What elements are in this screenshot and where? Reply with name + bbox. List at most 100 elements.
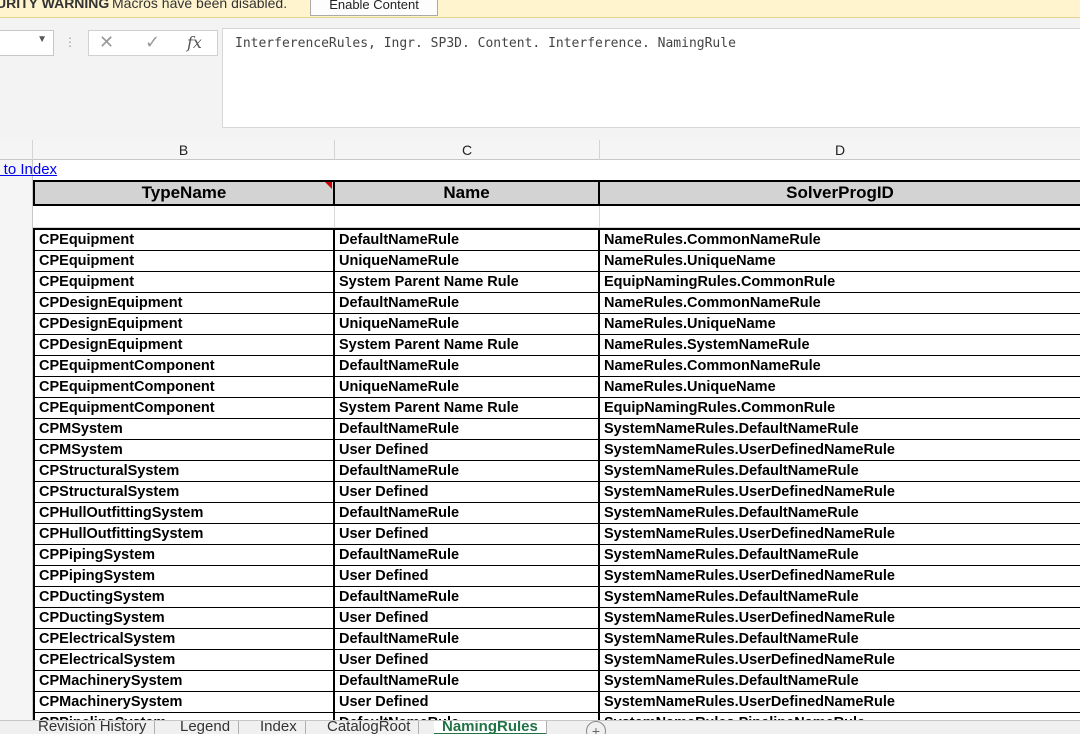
solverprogid-cell[interactable]: NameRules.SystemNameRule <box>600 335 1080 356</box>
column-header-b[interactable]: B <box>33 140 335 160</box>
solverprogid-cell[interactable]: SystemNameRules.UserDefinedNameRule <box>600 566 1080 587</box>
name-cell[interactable]: DefaultNameRule <box>335 356 600 377</box>
solverprogid-cell[interactable]: NameRules.UniqueName <box>600 251 1080 272</box>
add-sheet-icon[interactable]: + <box>586 721 606 734</box>
solverprogid-cell[interactable]: SystemNameRules.DefaultNameRule <box>600 629 1080 650</box>
typename-cell[interactable]: CPEquipment <box>33 230 335 251</box>
solverprogid-cell[interactable]: SystemNameRules.UserDefinedNameRule <box>600 692 1080 713</box>
empty-cell[interactable] <box>33 206 335 228</box>
typename-cell[interactable]: CPDuctingSystem <box>33 587 335 608</box>
header-typename[interactable]: TypeName <box>33 182 335 204</box>
name-cell[interactable]: DefaultNameRule <box>335 419 600 440</box>
solverprogid-cell[interactable]: SystemNameRules.UserDefinedNameRule <box>600 440 1080 461</box>
solverprogid-cell[interactable]: SystemNameRules.DefaultNameRule <box>600 671 1080 692</box>
solverprogid-cell[interactable]: NameRules.CommonNameRule <box>600 293 1080 314</box>
name-cell[interactable]: User Defined <box>335 524 600 545</box>
worksheet-grid[interactable]: k to Index TypeName Name SolverProgID CP… <box>0 160 1080 720</box>
name-cell[interactable]: DefaultNameRule <box>335 671 600 692</box>
tab-catalogroot[interactable]: CatalogRoot <box>319 721 420 734</box>
comment-indicator-icon[interactable] <box>325 182 332 189</box>
typename-cell[interactable]: CPEquipment <box>33 272 335 293</box>
solverprogid-cell[interactable]: SystemNameRules.DefaultNameRule <box>600 461 1080 482</box>
solverprogid-cell[interactable]: EquipNamingRules.CommonRule <box>600 398 1080 419</box>
select-all-corner[interactable] <box>0 140 33 160</box>
typename-cell[interactable]: CPEquipmentComponent <box>33 356 335 377</box>
typename-cell[interactable]: CPDuctingSystem <box>33 608 335 629</box>
name-cell[interactable]: DefaultNameRule <box>335 230 600 251</box>
solverprogid-cell[interactable]: SystemNameRules.UserDefinedNameRule <box>600 482 1080 503</box>
name-cell[interactable]: User Defined <box>335 692 600 713</box>
typename-cell[interactable]: CPElectricalSystem <box>33 629 335 650</box>
typename-cell[interactable]: CPHullOutfittingSystem <box>33 524 335 545</box>
name-cell[interactable]: System Parent Name Rule <box>335 272 600 293</box>
check-icon[interactable]: ✓ <box>145 32 160 53</box>
solverprogid-cell[interactable]: SystemNameRules.UserDefinedNameRule <box>600 608 1080 629</box>
solverprogid-cell[interactable]: NameRules.CommonNameRule <box>600 230 1080 251</box>
solverprogid-cell[interactable]: SystemNameRules.DefaultNameRule <box>600 503 1080 524</box>
column-header-d[interactable]: D <box>600 140 1080 160</box>
solverprogid-cell[interactable]: SystemNameRules.UserDefinedNameRule <box>600 524 1080 545</box>
solverprogid-cell[interactable]: SystemNameRules.DefaultNameRule <box>600 587 1080 608</box>
header-solverprogid[interactable]: SolverProgID <box>600 182 1080 204</box>
enable-content-button[interactable]: Enable Content <box>310 0 438 16</box>
solverprogid-cell[interactable]: NameRules.UniqueName <box>600 314 1080 335</box>
name-cell[interactable]: User Defined <box>335 482 600 503</box>
solverprogid-cell[interactable]: SystemNameRules.DefaultNameRule <box>600 545 1080 566</box>
typename-cell[interactable]: CPPipingSystem <box>33 566 335 587</box>
typename-cell[interactable]: CPHullOutfittingSystem <box>33 503 335 524</box>
formula-input[interactable]: InterferenceRules, Ingr. SP3D. Content. … <box>222 28 1080 128</box>
solverprogid-cell[interactable]: SystemNameRules.DefaultNameRule <box>600 419 1080 440</box>
solverprogid-cell[interactable]: NameRules.UniqueName <box>600 377 1080 398</box>
name-cell[interactable]: DefaultNameRule <box>335 713 600 720</box>
row-headers[interactable] <box>0 160 33 720</box>
column-header-c[interactable]: C <box>335 140 600 160</box>
solverprogid-cell[interactable]: SystemNameRules.UserDefinedNameRule <box>600 650 1080 671</box>
name-cell[interactable]: UniqueNameRule <box>335 377 600 398</box>
name-cell[interactable]: DefaultNameRule <box>335 629 600 650</box>
typename-cell[interactable]: CPStructuralSystem <box>33 482 335 503</box>
name-cell[interactable]: DefaultNameRule <box>335 545 600 566</box>
name-cell[interactable]: User Defined <box>335 566 600 587</box>
typename-cell[interactable]: CPDesignEquipment <box>33 293 335 314</box>
typename-cell[interactable]: CPPipingSystem <box>33 545 335 566</box>
typename-cell[interactable]: CPElectricalSystem <box>33 650 335 671</box>
name-cell[interactable]: DefaultNameRule <box>335 587 600 608</box>
typename-cell[interactable]: CPEquipment <box>33 251 335 272</box>
solverprogid-cell[interactable]: NameRules.CommonNameRule <box>600 356 1080 377</box>
name-box[interactable]: ▼ <box>0 30 54 56</box>
typename-cell[interactable]: CPDesignEquipment <box>33 335 335 356</box>
close-icon[interactable]: ✕ <box>99 32 114 53</box>
name-cell[interactable]: System Parent Name Rule <box>335 335 600 356</box>
header-name[interactable]: Name <box>335 182 600 204</box>
name-cell[interactable]: System Parent Name Rule <box>335 398 600 419</box>
tab-revision-history[interactable]: Revision History <box>30 721 156 734</box>
name-cell[interactable]: UniqueNameRule <box>335 251 600 272</box>
name-cell[interactable]: DefaultNameRule <box>335 503 600 524</box>
typename-cell[interactable]: CPStructuralSystem <box>33 461 335 482</box>
name-cell[interactable]: UniqueNameRule <box>335 314 600 335</box>
tab-index[interactable]: Index <box>252 721 306 734</box>
name-cell[interactable]: User Defined <box>335 608 600 629</box>
back-to-index-link[interactable]: k to Index <box>0 161 57 178</box>
typename-cell[interactable]: CPDesignEquipment <box>33 314 335 335</box>
solverprogid-cell[interactable]: SystemNameRules.PipelineNameRule <box>600 713 1080 720</box>
typename-cell[interactable]: CPEquipmentComponent <box>33 398 335 419</box>
typename-cell[interactable]: CPMachinerySystem <box>33 671 335 692</box>
name-cell[interactable]: DefaultNameRule <box>335 461 600 482</box>
tab-legend[interactable]: Legend <box>172 721 240 734</box>
typename-cell[interactable]: CPPipelineSystem <box>33 713 335 720</box>
drag-handle-icon[interactable]: ⋮ <box>64 35 76 49</box>
solverprogid-cell[interactable]: EquipNamingRules.CommonRule <box>600 272 1080 293</box>
typename-cell[interactable]: CPEquipmentComponent <box>33 377 335 398</box>
typename-cell[interactable]: CPMSystem <box>33 440 335 461</box>
chevron-down-icon[interactable]: ▼ <box>37 34 47 45</box>
empty-cell[interactable] <box>335 206 600 228</box>
typename-cell[interactable]: CPMachinerySystem <box>33 692 335 713</box>
name-cell[interactable]: User Defined <box>335 440 600 461</box>
typename-cell[interactable]: CPMSystem <box>33 419 335 440</box>
empty-cell[interactable] <box>600 206 1080 228</box>
insert-function-icon[interactable]: fx <box>187 33 202 52</box>
name-cell[interactable]: DefaultNameRule <box>335 293 600 314</box>
tab-namingrules[interactable]: NamingRules <box>434 721 547 734</box>
name-cell[interactable]: User Defined <box>335 650 600 671</box>
